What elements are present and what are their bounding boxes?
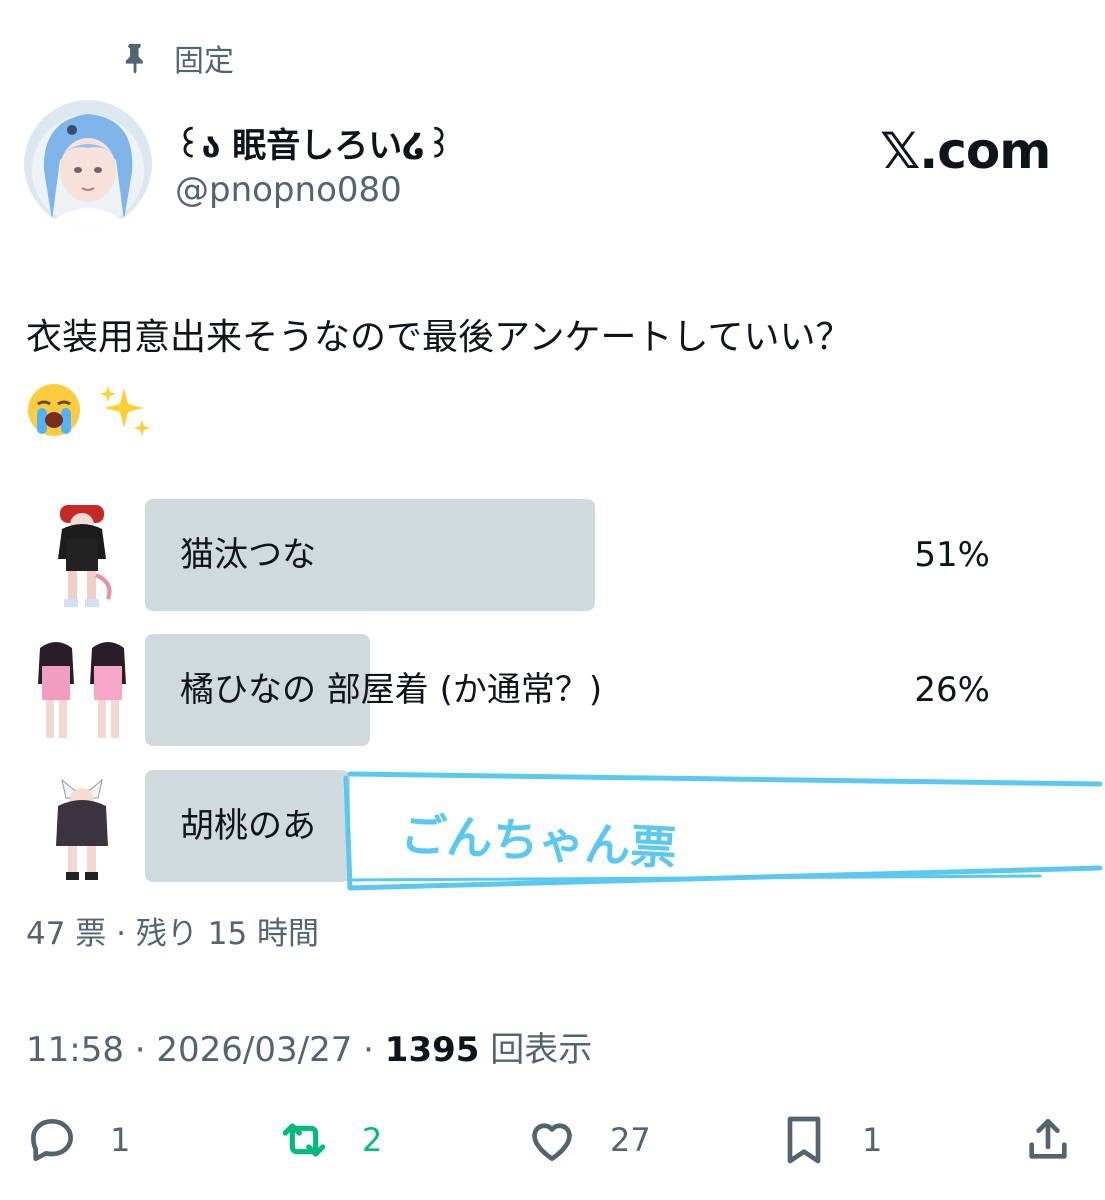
brand-logo: 𝕏.com: [880, 122, 1051, 180]
tweet-timestamp: 11:58 · 2026/03/27 · 1395 回表示: [26, 1022, 592, 1071]
tweet-text: 衣装用意出来そうなので最後アンケートしていい？: [26, 304, 1086, 444]
like-button[interactable]: 27: [524, 1104, 651, 1176]
poll-option-1-label: 猫汰つな: [180, 535, 316, 575]
display-name[interactable]: ꒰ა 眠音しろい໒꒱: [175, 118, 452, 167]
retweet-button[interactable]: 2: [276, 1104, 382, 1176]
pinned-label: 固定: [174, 44, 234, 79]
view-count-label: 回表示: [479, 1030, 593, 1070]
poll-option-2-percent: 26%: [914, 670, 990, 710]
scribble-text: ごんちゃん票: [399, 807, 677, 875]
share-button[interactable]: [1020, 1104, 1105, 1176]
bookmark-icon: [787, 1116, 821, 1164]
avatar[interactable]: [24, 100, 152, 228]
user-handle[interactable]: @pnopno080: [175, 170, 402, 210]
tweet-emojis: [26, 376, 1086, 444]
poll-option-3-image: [56, 778, 108, 880]
loudly-crying-face-icon: [28, 384, 80, 436]
pin-icon: [125, 43, 143, 74]
heart-icon: [532, 1123, 572, 1161]
sparkles-icon: [100, 386, 150, 436]
poll-meta: 47 票 · 残り 15 時間: [26, 916, 320, 952]
poll-option-1-percent: 51%: [914, 535, 990, 575]
like-count: 27: [610, 1121, 651, 1159]
view-count: 1395: [384, 1030, 480, 1070]
poll-option-1-image: [58, 505, 112, 607]
poll-option-2[interactable]: 橘ひなの 部屋着 (か通常？) 26%: [22, 634, 1082, 748]
bookmark-button[interactable]: 1: [776, 1104, 882, 1176]
bookmark-count: 1: [862, 1121, 883, 1159]
retweet-count: 2: [362, 1121, 383, 1159]
action-bar: 1 2 27 1: [0, 1104, 1105, 1176]
tweet-text-line: 衣装用意出来そうなので最後アンケートしていい？: [26, 317, 852, 358]
handwritten-annotation: ごんちゃん票: [343, 771, 1103, 891]
retweet-icon: [282, 1123, 326, 1157]
poll-option-1[interactable]: 猫汰つな 51%: [22, 499, 1082, 613]
poll-option-3-label: 胡桃のあ: [180, 806, 316, 846]
share-icon: [1029, 1119, 1067, 1159]
reply-icon: [31, 1119, 73, 1161]
reply-button[interactable]: 1: [24, 1104, 130, 1176]
reply-count: 1: [110, 1121, 131, 1159]
pinned-indicator: 固定: [118, 36, 234, 80]
timestamp-date[interactable]: 11:58 · 2026/03/27 ·: [26, 1030, 385, 1070]
poll-option-2-image: [38, 642, 126, 738]
poll-option-2-label: 橘ひなの 部屋着 (か通常？): [180, 670, 603, 710]
